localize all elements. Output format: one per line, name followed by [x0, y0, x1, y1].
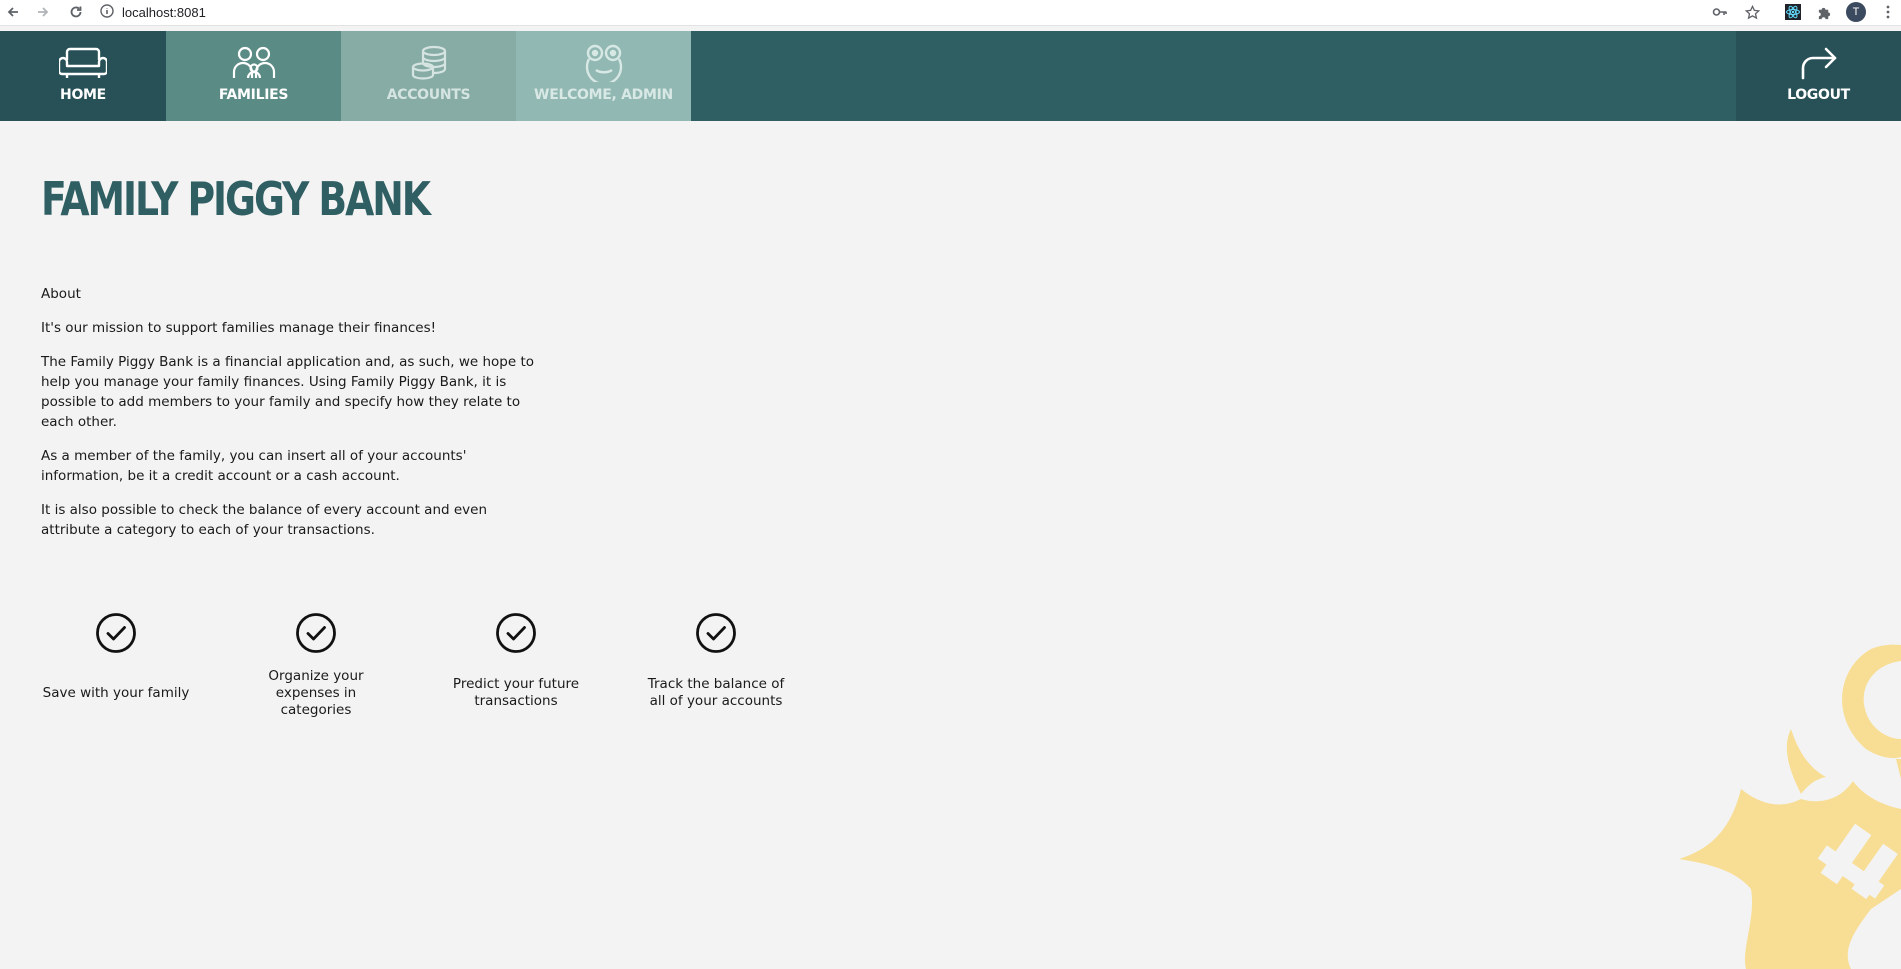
- avatar-letter: T: [1846, 2, 1866, 22]
- nav-home[interactable]: HOME: [0, 31, 166, 121]
- info-icon[interactable]: [100, 3, 114, 22]
- coins-stack-icon: [410, 43, 448, 83]
- logout-arrow-icon: [1799, 43, 1839, 83]
- feature-item: Track the balance of all of your account…: [641, 612, 791, 720]
- frog-face-icon: [584, 43, 624, 83]
- star-icon[interactable]: [1742, 2, 1762, 22]
- about-section: About It's our mission to support famili…: [41, 284, 541, 554]
- about-paragraph-mission: It's our mission to support families man…: [41, 320, 437, 336]
- url-text[interactable]: localhost:8081: [122, 5, 206, 20]
- key-icon[interactable]: [1710, 2, 1730, 22]
- couch-icon: [59, 43, 107, 83]
- nav-logout[interactable]: LOGOUT: [1736, 31, 1901, 121]
- browser-toolbar: localhost:8081 T: [0, 0, 1901, 26]
- feature-text: Organize your expenses in categories: [268, 667, 364, 718]
- puzzle-icon[interactable]: [1814, 2, 1834, 22]
- feature-text: Track the balance of all of your account…: [647, 676, 785, 709]
- profile-avatar[interactable]: T: [1846, 2, 1866, 22]
- back-arrow-icon[interactable]: [3, 2, 23, 22]
- feature-text: Save with your family: [42, 684, 190, 701]
- main-navbar: HOME FAMILIES ACCOUNTS WELCOME, ADMIN LO…: [0, 31, 1901, 121]
- reload-icon[interactable]: [66, 2, 86, 22]
- check-circle-icon: [96, 613, 136, 653]
- address-bar[interactable]: localhost:8081: [100, 1, 1750, 23]
- feature-text: Predict your future transactions: [452, 676, 580, 709]
- about-paragraph-accounts: As a member of the family, you can inser…: [41, 448, 467, 484]
- nav-logout-label: LOGOUT: [1787, 87, 1850, 103]
- check-circle-icon: [296, 613, 336, 653]
- check-circle-icon: [496, 613, 536, 653]
- feature-item: Save with your family: [41, 612, 191, 720]
- feature-item: Organize your expenses in categories: [241, 612, 391, 720]
- piggy-decoration-illustration: [1679, 644, 1901, 969]
- react-extension-icon[interactable]: [1783, 2, 1803, 22]
- nav-accounts-label: ACCOUNTS: [386, 87, 471, 103]
- about-paragraph-application: The Family Piggy Bank is a financial app…: [41, 354, 535, 430]
- feature-item: Predict your future transactions: [441, 612, 591, 720]
- check-circle-icon: [696, 613, 736, 653]
- nav-families[interactable]: FAMILIES: [166, 31, 341, 121]
- nav-home-label: HOME: [60, 87, 106, 103]
- nav-families-label: FAMILIES: [218, 87, 289, 103]
- page-title: FAMILY PIGGY BANK: [41, 172, 431, 226]
- forward-arrow-icon[interactable]: [33, 2, 53, 22]
- features-list: Save with your family Organize your expe…: [41, 612, 841, 732]
- family-icon: [232, 43, 276, 83]
- nav-accounts[interactable]: ACCOUNTS: [341, 31, 516, 121]
- nav-welcome-label: WELCOME, ADMIN: [534, 87, 673, 103]
- about-heading: About: [41, 286, 81, 302]
- kebab-menu-icon[interactable]: [1882, 2, 1894, 22]
- about-paragraph-balance: It is also possible to check the balance…: [41, 502, 488, 538]
- nav-welcome-admin[interactable]: WELCOME, ADMIN: [516, 31, 691, 121]
